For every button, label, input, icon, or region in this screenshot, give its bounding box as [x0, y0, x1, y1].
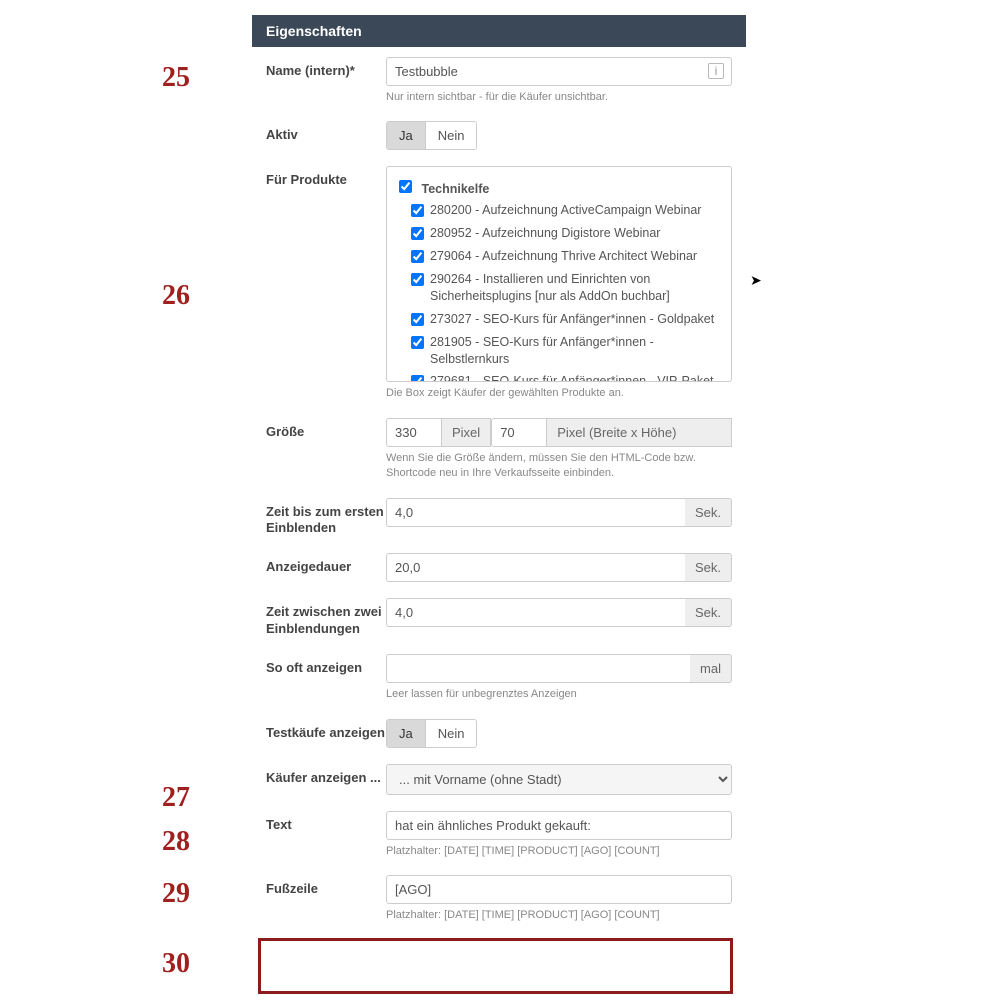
- annotation-27: 27: [130, 782, 190, 814]
- products-list: 280200 - Aufzeichnung ActiveCampaign Web…: [393, 202, 725, 382]
- footer-input[interactable]: [386, 875, 732, 904]
- product-checkbox[interactable]: [411, 227, 424, 240]
- duration-label: Anzeigedauer: [266, 553, 386, 576]
- text-label: Text: [266, 811, 386, 834]
- testbuys-toggle[interactable]: Ja Nein: [386, 719, 477, 748]
- products-help: Die Box zeigt Käufer der gewählten Produ…: [386, 386, 732, 401]
- between-label: Zeit zwischen zwei Einblendungen: [266, 598, 386, 638]
- between-unit: Sek.: [685, 598, 732, 627]
- products-listbox[interactable]: Technikelfe 280200 - Aufzeichnung Active…: [386, 166, 732, 382]
- times-unit: mal: [690, 654, 732, 683]
- between-input[interactable]: [386, 598, 685, 627]
- products-label: Für Produkte: [266, 166, 386, 189]
- times-help: Leer lassen für unbegrenztes Anzeigen: [386, 687, 732, 702]
- list-item: 280200 - Aufzeichnung ActiveCampaign Web…: [411, 202, 725, 219]
- annotation-29: 29: [130, 878, 190, 910]
- input-info-icon: i: [708, 63, 724, 79]
- buyers-show-label: Käufer anzeigen ...: [266, 764, 386, 787]
- times-input[interactable]: [386, 654, 690, 683]
- footer-label: Fußzeile: [266, 875, 386, 898]
- size-label: Größe: [266, 418, 386, 441]
- highlight-box-30: [258, 938, 733, 994]
- width-input[interactable]: [386, 418, 442, 447]
- active-toggle[interactable]: Ja Nein: [386, 121, 477, 150]
- buyers-show-select[interactable]: ... mit Vorname (ohne Stadt): [386, 764, 732, 795]
- vendor-checkbox[interactable]: [399, 180, 412, 193]
- size-suffix: Pixel (Breite x Höhe): [547, 418, 732, 447]
- size-help: Wenn Sie die Größe ändern, müssen Sie de…: [386, 451, 732, 482]
- text-help: Platzhalter: [DATE] [TIME] [PRODUCT] [AG…: [386, 844, 732, 859]
- times-label: So oft anzeigen: [266, 654, 386, 677]
- list-item: 279064 - Aufzeichnung Thrive Architect W…: [411, 248, 725, 265]
- list-item: 280952 - Aufzeichnung Digistore Webinar: [411, 225, 725, 242]
- testbuys-no-button[interactable]: Nein: [426, 720, 477, 747]
- footer-help: Platzhalter: [DATE] [TIME] [PRODUCT] [AG…: [386, 908, 732, 923]
- properties-panel: Eigenschaften Name (intern)* i Nur inter…: [252, 15, 746, 929]
- width-unit: Pixel: [442, 418, 491, 447]
- delay-first-unit: Sek.: [685, 498, 732, 527]
- product-checkbox[interactable]: [411, 250, 424, 263]
- product-checkbox[interactable]: [411, 273, 424, 286]
- product-checkbox[interactable]: [411, 336, 424, 349]
- list-item: 273027 - SEO-Kurs für Anfänger*innen - G…: [411, 311, 725, 328]
- product-checkbox[interactable]: [411, 313, 424, 326]
- delay-first-input[interactable]: [386, 498, 685, 527]
- text-input[interactable]: [386, 811, 732, 840]
- mouse-cursor-icon: ➤: [750, 272, 762, 289]
- annotation-26: 26: [130, 280, 190, 312]
- duration-unit: Sek.: [685, 553, 732, 582]
- height-input[interactable]: [491, 418, 547, 447]
- vendor-name: Technikelfe: [421, 182, 489, 196]
- duration-input[interactable]: [386, 553, 685, 582]
- delay-first-label: Zeit bis zum ersten Einblenden: [266, 498, 386, 538]
- active-label: Aktiv: [266, 121, 386, 144]
- annotation-30: 30: [130, 948, 190, 980]
- name-input[interactable]: [386, 57, 732, 86]
- name-label: Name (intern)*: [266, 57, 386, 80]
- testbuys-label: Testkäufe anzeigen: [266, 719, 386, 742]
- testbuys-yes-button[interactable]: Ja: [387, 720, 426, 747]
- active-yes-button[interactable]: Ja: [387, 122, 426, 149]
- list-item: 281905 - SEO-Kurs für Anfänger*innen - S…: [411, 334, 725, 368]
- annotation-25: 25: [130, 62, 190, 94]
- list-item: 279681 - SEO-Kurs für Anfänger*innen - V…: [411, 373, 725, 382]
- product-checkbox[interactable]: [411, 375, 424, 382]
- list-item: 290264 - Installieren und Einrichten von…: [411, 271, 725, 305]
- active-no-button[interactable]: Nein: [426, 122, 477, 149]
- name-help: Nur intern sichtbar - für die Käufer uns…: [386, 90, 732, 105]
- product-checkbox[interactable]: [411, 204, 424, 217]
- annotation-28: 28: [130, 826, 190, 858]
- panel-title: Eigenschaften: [252, 15, 746, 47]
